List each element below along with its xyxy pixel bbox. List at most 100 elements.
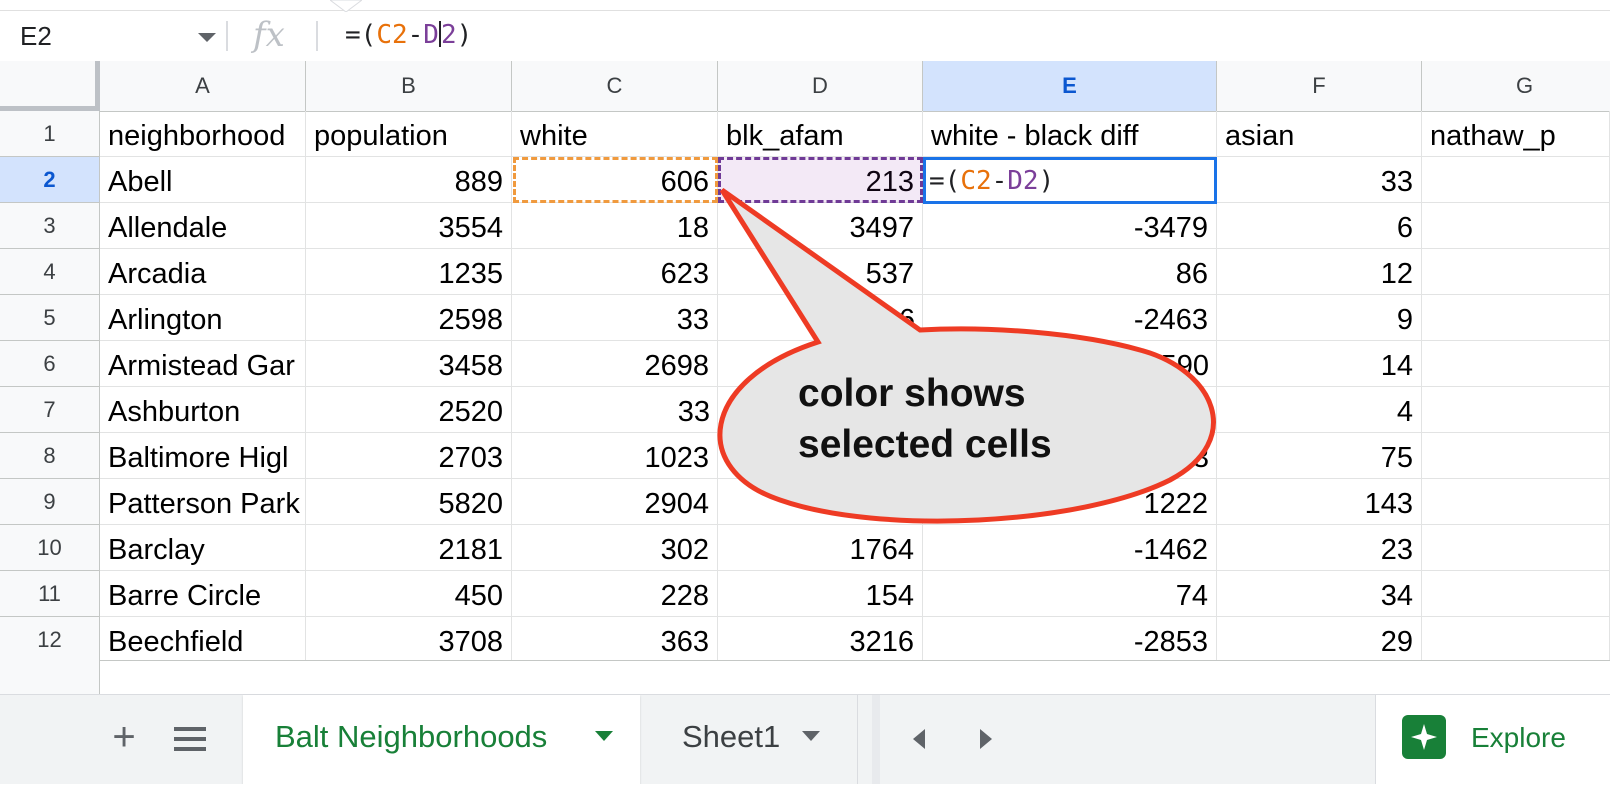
cell-f4[interactable]: 12 <box>1217 249 1422 295</box>
cell-d4[interactable]: 537 <box>718 249 923 295</box>
cell-g1[interactable]: nathaw_p <box>1422 111 1610 157</box>
cell-d11[interactable]: 154 <box>718 571 923 617</box>
cell-d10[interactable]: 1764 <box>718 525 923 571</box>
cell-e3[interactable]: -3479 <box>923 203 1217 249</box>
triangle-left-icon[interactable] <box>905 721 935 757</box>
column-header-d[interactable]: D <box>718 61 923 111</box>
name-box[interactable]: E2 <box>20 11 52 61</box>
cell-e1[interactable]: white - black diff <box>923 111 1217 157</box>
cell-f2[interactable]: 33 <box>1217 157 1422 203</box>
cell-b2[interactable]: 889 <box>306 157 512 203</box>
cell-g4[interactable] <box>1422 249 1610 295</box>
cell-e12[interactable]: -2853 <box>923 617 1217 663</box>
cell-f5[interactable]: 9 <box>1217 295 1422 341</box>
cell-f10[interactable]: 23 <box>1217 525 1422 571</box>
cell-f3[interactable]: 6 <box>1217 203 1422 249</box>
cell-a12[interactable]: Beechfield <box>100 617 306 663</box>
cell-e4[interactable]: 86 <box>923 249 1217 295</box>
cell-g2[interactable] <box>1422 157 1610 203</box>
active-cell-editor[interactable]: =(C2-D2) <box>929 160 1054 202</box>
formula-input[interactable]: =(C2-D2) <box>345 11 472 61</box>
cell-f8[interactable]: 75 <box>1217 433 1422 479</box>
cell-a4[interactable]: Arcadia <box>100 249 306 295</box>
cell-b8[interactable]: 2703 <box>306 433 512 479</box>
cell-e11[interactable]: 74 <box>923 571 1217 617</box>
cell-c11[interactable]: 228 <box>512 571 718 617</box>
row-header-9[interactable]: 9 <box>0 479 100 525</box>
tab-balt-neighborhoods[interactable]: Balt Neighborhoods <box>243 695 640 785</box>
tab-sheet1[interactable]: Sheet1 <box>652 695 858 785</box>
explore-button[interactable]: Explore <box>1375 695 1610 785</box>
cell-b1[interactable]: population <box>306 111 512 157</box>
cell-b9[interactable]: 5820 <box>306 479 512 525</box>
cell-d5[interactable]: 6 <box>718 295 923 341</box>
cell-b12[interactable]: 3708 <box>306 617 512 663</box>
column-header-b[interactable]: B <box>306 61 512 111</box>
cell-f12[interactable]: 29 <box>1217 617 1422 663</box>
list-icon[interactable] <box>170 719 210 759</box>
cell-g10[interactable] <box>1422 525 1610 571</box>
cell-c12[interactable]: 363 <box>512 617 718 663</box>
plus-icon[interactable]: + <box>100 715 148 763</box>
cell-f11[interactable]: 34 <box>1217 571 1422 617</box>
column-header-e[interactable]: E <box>923 61 1217 111</box>
cell-g7[interactable] <box>1422 387 1610 433</box>
cell-e9[interactable]: 1222 <box>923 479 1217 525</box>
cell-g6[interactable] <box>1422 341 1610 387</box>
cell-g9[interactable] <box>1422 479 1610 525</box>
cell-c1[interactable]: white <box>512 111 718 157</box>
cell-g11[interactable] <box>1422 571 1610 617</box>
cell-c3[interactable]: 18 <box>512 203 718 249</box>
row-header-10[interactable]: 10 <box>0 525 100 571</box>
cell-a10[interactable]: Barclay <box>100 525 306 571</box>
row-header-1[interactable]: 1 <box>0 111 100 157</box>
cell-a3[interactable]: Allendale <box>100 203 306 249</box>
cell-e5[interactable]: -2463 <box>923 295 1217 341</box>
cell-c9[interactable]: 2904 <box>512 479 718 525</box>
cell-f9[interactable]: 143 <box>1217 479 1422 525</box>
cell-d9[interactable]: 1682 <box>718 479 923 525</box>
cell-g12[interactable] <box>1422 617 1610 663</box>
row-header-2[interactable]: 2 <box>0 157 100 203</box>
row-header-6[interactable]: 6 <box>0 341 100 387</box>
cell-a7[interactable]: Ashburton <box>100 387 306 433</box>
cell-b7[interactable]: 2520 <box>306 387 512 433</box>
cell-c6[interactable]: 2698 <box>512 341 718 387</box>
cell-f1[interactable]: asian <box>1217 111 1422 157</box>
column-header-c[interactable]: C <box>512 61 718 111</box>
cell-g5[interactable] <box>1422 295 1610 341</box>
cell-d12[interactable]: 3216 <box>718 617 923 663</box>
cell-b6[interactable]: 3458 <box>306 341 512 387</box>
row-header-12[interactable]: 12 <box>0 617 100 663</box>
column-header-a[interactable]: A <box>100 61 306 111</box>
cell-a8[interactable]: Baltimore Higl <box>100 433 306 479</box>
cell-c10[interactable]: 302 <box>512 525 718 571</box>
cell-f6[interactable]: 14 <box>1217 341 1422 387</box>
triangle-right-icon[interactable] <box>970 721 1000 757</box>
caret-down-icon[interactable] <box>198 33 216 42</box>
cell-c4[interactable]: 623 <box>512 249 718 295</box>
cell-b3[interactable]: 3554 <box>306 203 512 249</box>
cell-b5[interactable]: 2598 <box>306 295 512 341</box>
row-header-7[interactable]: 7 <box>0 387 100 433</box>
row-header-11[interactable]: 11 <box>0 571 100 617</box>
cell-g8[interactable] <box>1422 433 1610 479</box>
cell-a2[interactable]: Abell <box>100 157 306 203</box>
cell-d1[interactable]: blk_afam <box>718 111 923 157</box>
row-header-5[interactable]: 5 <box>0 295 100 341</box>
cell-d3[interactable]: 3497 <box>718 203 923 249</box>
cell-a9[interactable]: Patterson Park <box>100 479 306 525</box>
row-header-3[interactable]: 3 <box>0 203 100 249</box>
column-header-f[interactable]: F <box>1217 61 1422 111</box>
cell-c7[interactable]: 33 <box>512 387 718 433</box>
cell-a6[interactable]: Armistead Gar <box>100 341 306 387</box>
select-all-corner[interactable] <box>0 61 100 111</box>
cell-b10[interactable]: 2181 <box>306 525 512 571</box>
cell-c8[interactable]: 1023 <box>512 433 718 479</box>
row-header-8[interactable]: 8 <box>0 433 100 479</box>
caret-down-icon[interactable] <box>595 731 613 741</box>
cell-g3[interactable] <box>1422 203 1610 249</box>
cell-e10[interactable]: -1462 <box>923 525 1217 571</box>
caret-down-icon[interactable] <box>802 731 820 741</box>
cell-a1[interactable]: neighborhood <box>100 111 306 157</box>
